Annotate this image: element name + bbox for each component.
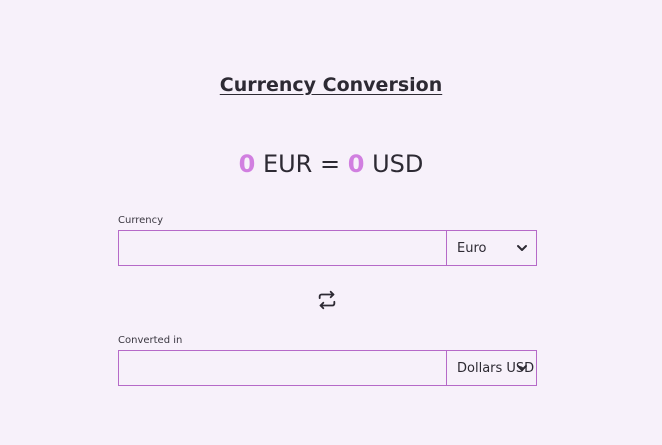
chevron-down-icon <box>517 365 527 371</box>
source-currency-select[interactable]: Euro <box>446 231 536 265</box>
chevron-down-icon <box>517 245 527 251</box>
amount-to: 0 <box>347 150 365 178</box>
swap-arrows-icon[interactable] <box>316 289 338 311</box>
amount-from: 0 <box>238 150 256 178</box>
currency-to-code: USD <box>372 150 424 178</box>
currency-from-code: EUR <box>262 150 313 178</box>
target-currency-group: Dollars USD <box>118 350 537 386</box>
source-currency-selected: Euro <box>457 240 487 256</box>
source-currency-group: Euro <box>118 230 537 266</box>
source-amount-input[interactable] <box>119 231 446 265</box>
target-currency-select[interactable]: Dollars USD <box>446 351 536 385</box>
equals-sign: = <box>320 150 341 178</box>
page-title: Currency Conversion <box>219 74 443 96</box>
target-amount-input[interactable] <box>119 351 446 385</box>
converted-in-label: Converted in <box>118 335 183 346</box>
currency-label: Currency <box>118 215 164 226</box>
conversion-rate-display: 0 EUR = 0 USD <box>0 150 662 178</box>
